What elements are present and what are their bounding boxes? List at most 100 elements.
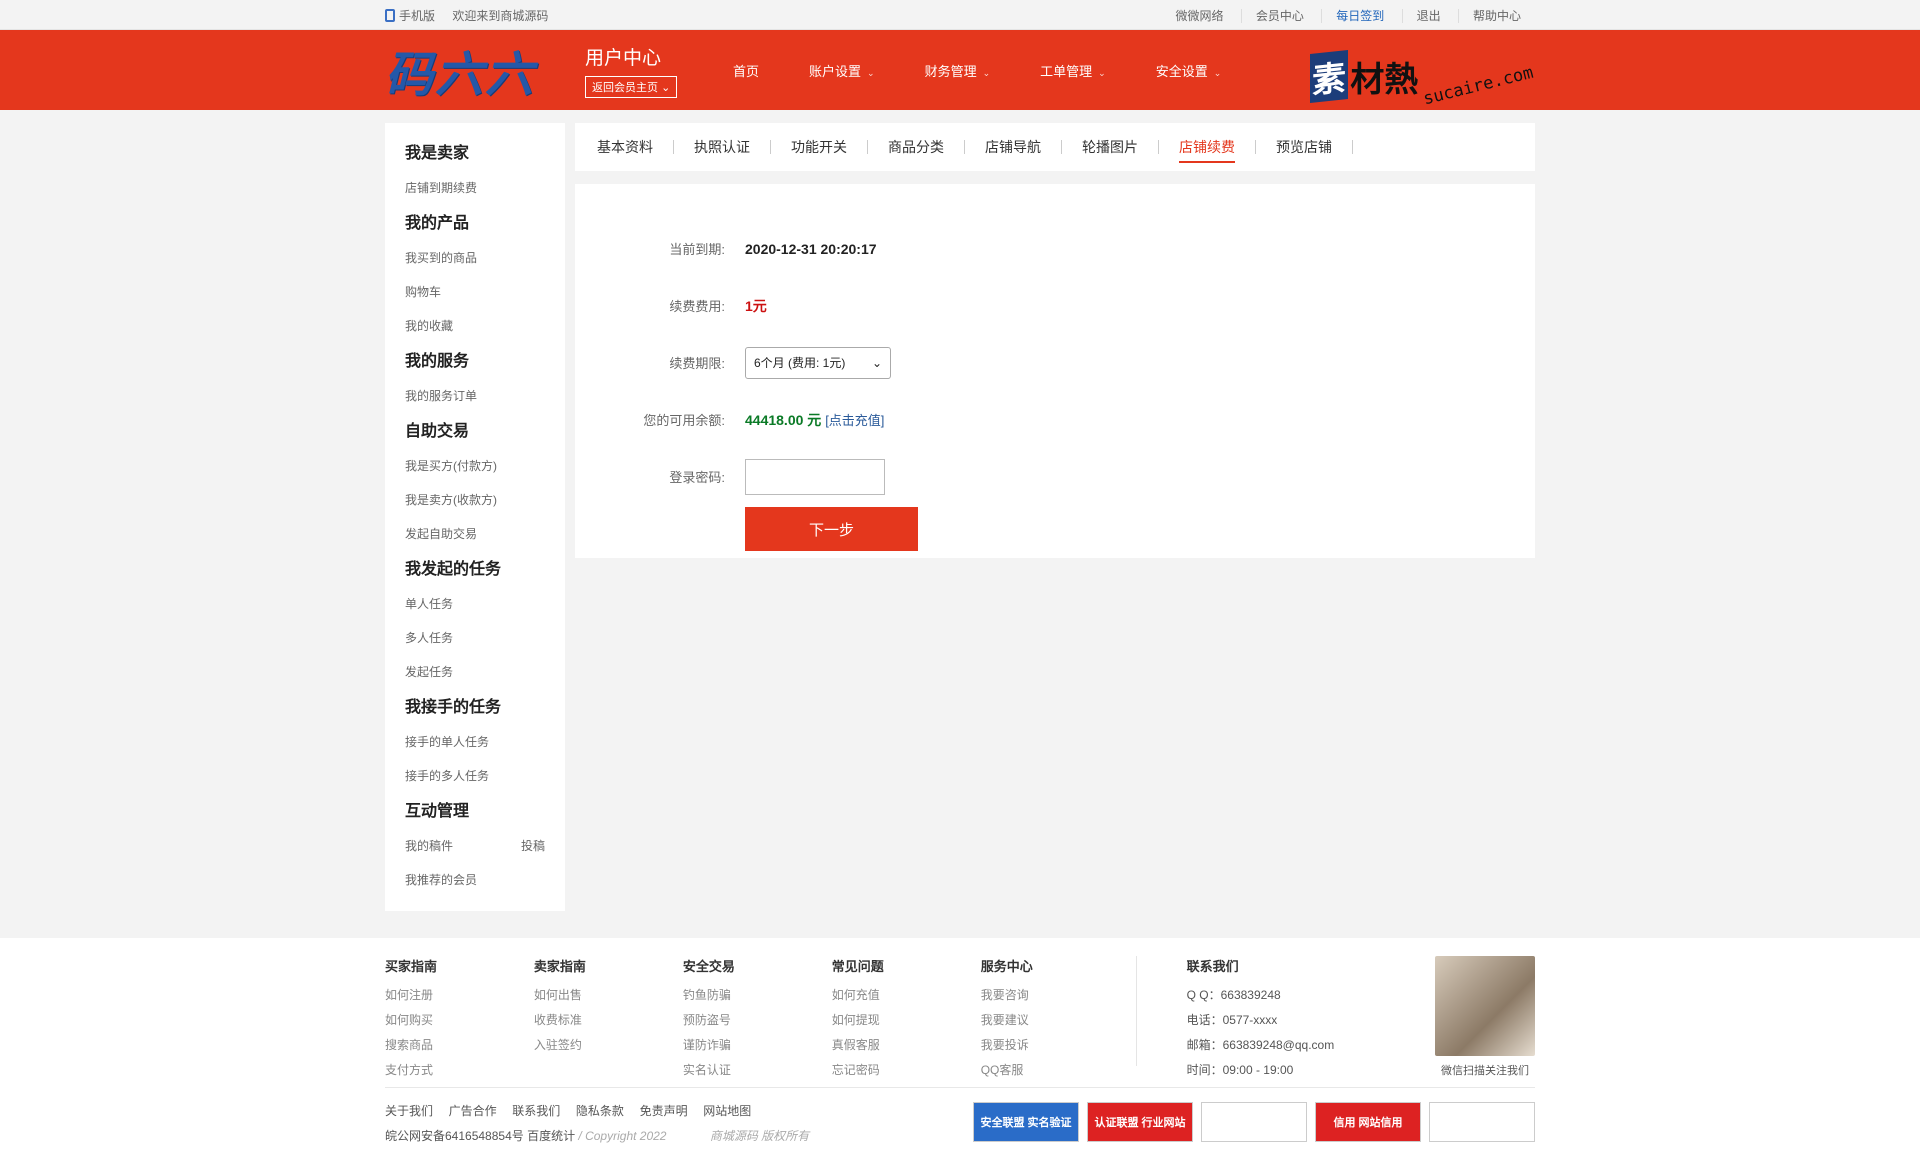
sidebar-item-store-renewal[interactable]: 店铺到期续费 [405, 171, 545, 205]
period-select[interactable]: 6个月 (费用: 1元) ⌄ [745, 346, 891, 379]
footer-col-buyer: 买家指南 如何注册 如何购买 搜索商品 支付方式 [385, 956, 534, 1087]
sidebar-item-seller[interactable]: 我是卖方(收款方) [405, 483, 545, 517]
tab-store-renewal[interactable]: 店铺续费 [1159, 139, 1256, 163]
wechat-qr-image [1434, 956, 1535, 1056]
sidebar-item-my-manuscripts[interactable]: 我的稿件 [405, 829, 453, 863]
sidebar-item-manuscripts: 我的稿件 投稿 [405, 829, 545, 863]
chevron-down-icon: ⌄ [867, 67, 875, 78]
contact-hours: 时间：09:00 - 19:00 [1186, 1063, 1294, 1077]
chevron-down-icon: ⌄ [982, 67, 991, 78]
footer-col-seller: 卖家指南 如何出售 收费标准 入驻签约 [534, 956, 683, 1087]
password-input[interactable] [745, 458, 885, 495]
contact-qq: Q Q：663839248 [1186, 988, 1281, 1002]
nav-home[interactable]: 首页 [733, 61, 759, 80]
badge-certification[interactable]: 认证联盟 行业网站 [1087, 1102, 1193, 1142]
sidebar-group-title: 我的服务 [405, 353, 470, 370]
footer-link[interactable]: 搜索商品 [385, 1033, 534, 1058]
footer-link[interactable]: 如何出售 [534, 983, 683, 1008]
fee-value: 1元 [745, 297, 767, 314]
wechat-qr: 微信扫描关注我们 [1434, 956, 1535, 1087]
footer-link[interactable]: 真假客服 [832, 1033, 981, 1058]
sidebar-item-service-orders[interactable]: 我的服务订单 [405, 379, 545, 413]
sidebar-item-taken-single[interactable]: 接手的单人任务 [405, 725, 545, 759]
footer-privacy[interactable]: 隐私条款 [576, 1104, 624, 1118]
tab-feature-switch[interactable]: 功能开关 [771, 140, 868, 154]
footer-disclaimer[interactable]: 免责声明 [640, 1104, 688, 1118]
footer-col-service: 服务中心 我要咨询 我要建议 我要投诉 QQ客服 [981, 956, 1130, 1087]
sidebar-item-start-task[interactable]: 发起任务 [405, 655, 545, 689]
footer-link[interactable]: 实名认证 [683, 1058, 832, 1083]
site-logo[interactable]: 码六六 [385, 35, 575, 105]
sidebar-group-title: 我是卖家 [405, 145, 470, 162]
balance-label: 您的可用余额: [643, 413, 725, 428]
sidebar-item-favorites[interactable]: 我的收藏 [405, 309, 545, 343]
chevron-down-icon: ⌄ [1098, 67, 1106, 78]
footer-link[interactable]: 钓鱼防骗 [683, 983, 832, 1008]
sidebar-item-referrals[interactable]: 我推荐的会员 [405, 863, 545, 897]
footer-link[interactable]: 我要投诉 [981, 1033, 1130, 1058]
footer-link[interactable]: 我要咨询 [981, 983, 1130, 1008]
footer-contact: 联系我们 Q Q：663839248 电话：0577-xxxx 邮箱：66383… [1187, 956, 1415, 1087]
top-link-logout[interactable]: 退出 [1401, 8, 1455, 23]
footer-link[interactable]: 预防盗号 [683, 1008, 832, 1033]
sidebar-item-start-trade[interactable]: 发起自助交易 [405, 517, 545, 551]
top-utility-bar: 手机版 欢迎来到商城源码 微微网络 会员中心 每日签到 退出 帮助中心 [0, 0, 1920, 30]
back-home-button[interactable]: 返回会员主页 ⌄ [585, 75, 678, 98]
badge-placeholder[interactable] [1201, 1102, 1307, 1142]
footer-link[interactable]: 谨防诈骗 [683, 1033, 832, 1058]
icp-text: 皖公网安备6416548854号 百度统计 [385, 1129, 576, 1143]
sidebar-item-cart[interactable]: 购物车 [405, 275, 545, 309]
main-header: 码六六 用户中心 返回会员主页 ⌄ 首页 账户设置 ⌄ 财务管理 ⌄ 工单管理 ⌄ 安… [0, 30, 1920, 110]
footer-link[interactable]: 如何提现 [832, 1008, 981, 1033]
footer-col-faq: 常见问题 如何充值 如何提现 真假客服 忘记密码 [832, 956, 981, 1087]
sidebar-item-taken-multi[interactable]: 接手的多人任务 [405, 759, 545, 793]
tab-carousel[interactable]: 轮播图片 [1062, 140, 1159, 154]
footer-link[interactable]: 收费标准 [534, 1008, 683, 1033]
nav-finance[interactable]: 财务管理 ⌄ [925, 61, 991, 80]
copyright-text: / Copyright 2022 [578, 1129, 667, 1143]
sidebar-item-submit[interactable]: 投稿 [521, 829, 545, 863]
footer-link[interactable]: 我要建议 [981, 1008, 1130, 1033]
badge-placeholder[interactable] [1429, 1102, 1535, 1142]
footer-link[interactable]: 如何注册 [385, 983, 534, 1008]
password-label: 登录密码: [669, 470, 725, 485]
footer-sitemap[interactable]: 网站地图 [703, 1104, 751, 1118]
wechat-qr-caption: 微信扫描关注我们 [1440, 1065, 1529, 1077]
sidebar-item-single-task[interactable]: 单人任务 [405, 587, 545, 621]
top-link-daily-signin[interactable]: 每日签到 [1321, 8, 1399, 23]
footer-link[interactable]: 入驻签约 [534, 1033, 683, 1058]
nav-tickets[interactable]: 工单管理 ⌄ [1040, 61, 1106, 80]
tab-license[interactable]: 执照认证 [674, 140, 771, 154]
footer-about[interactable]: 关于我们 [385, 1104, 433, 1118]
footer: 买家指南 如何注册 如何购买 搜索商品 支付方式 卖家指南 如何出售 收费标准 … [0, 938, 1920, 1151]
tab-store-nav[interactable]: 店铺导航 [965, 140, 1062, 154]
footer-link[interactable]: 支付方式 [385, 1058, 534, 1083]
footer-ads[interactable]: 广告合作 [449, 1104, 497, 1118]
tab-categories[interactable]: 商品分类 [868, 140, 965, 154]
top-link-help[interactable]: 帮助中心 [1457, 8, 1535, 23]
sidebar-item-buyer[interactable]: 我是买方(付款方) [405, 449, 545, 483]
top-link-member-center[interactable]: 会员中心 [1240, 8, 1318, 23]
user-center-block: 用户中心 返回会员主页 ⌄ [585, 43, 703, 98]
badge-security-alliance[interactable]: 安全联盟 实名验证 [973, 1102, 1079, 1142]
period-label: 续费期限: [669, 356, 725, 371]
footer-link[interactable]: 如何充值 [832, 983, 981, 1008]
mobile-link[interactable]: 手机版 [385, 8, 435, 23]
tab-preview-store[interactable]: 预览店铺 [1256, 140, 1353, 154]
recharge-link[interactable]: [点击充值] [825, 413, 884, 428]
footer-link[interactable]: 如何购买 [385, 1008, 534, 1033]
sidebar-item-purchased[interactable]: 我买到的商品 [405, 241, 545, 275]
badge-credit[interactable]: 信用 网站信用 [1315, 1102, 1421, 1142]
sidebar-item-multi-task[interactable]: 多人任务 [405, 621, 545, 655]
rights-text: 商城源码 版权所有 [709, 1129, 810, 1143]
tab-basic-info[interactable]: 基本资料 [577, 140, 674, 154]
next-step-button[interactable]: 下一步 [745, 507, 918, 551]
footer-link[interactable]: 忘记密码 [832, 1058, 981, 1083]
watermark-logo: 素 材熱 sucaire.com [1310, 50, 1536, 109]
footer-link[interactable]: QQ客服 [981, 1058, 1130, 1083]
top-link-network[interactable]: 微微网络 [1162, 9, 1238, 23]
nav-security[interactable]: 安全设置 ⌄ [1156, 61, 1222, 80]
footer-contact-link[interactable]: 联系我们 [512, 1104, 560, 1118]
nav-account-settings[interactable]: 账户设置 ⌄ [809, 61, 875, 80]
footer-divider [1135, 956, 1137, 1066]
